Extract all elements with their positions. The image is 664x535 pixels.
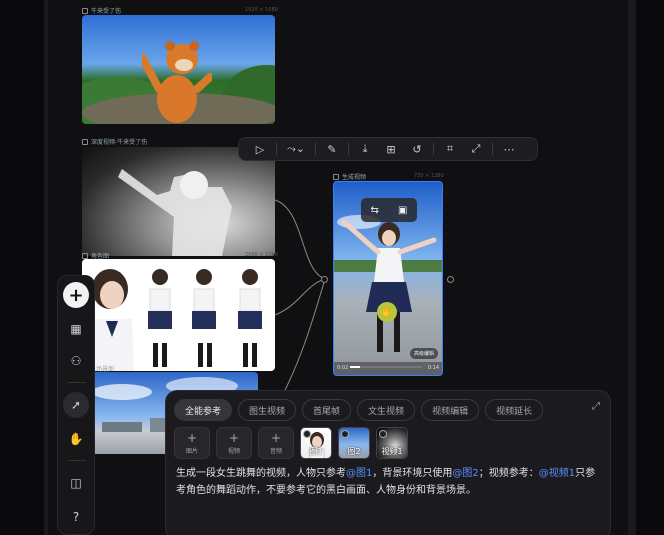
- output-port[interactable]: [447, 276, 454, 283]
- crop-icon[interactable]: ⌗: [437, 139, 463, 159]
- plus-icon: +: [270, 430, 282, 445]
- time-current: 0:02: [337, 365, 349, 371]
- people-icon[interactable]: ⚇: [63, 348, 89, 374]
- character-image-thumbnail[interactable]: [82, 259, 275, 371]
- node-title: 深度视频-牛来受了伤: [91, 139, 148, 146]
- help-icon[interactable]: ?: [63, 504, 89, 530]
- reference-thumb[interactable]: 图2: [338, 427, 370, 459]
- mention-tag[interactable]: @图1: [346, 468, 372, 479]
- plus-icon[interactable]: +: [63, 282, 89, 308]
- workspace: 牛来受了伤 1920 × 1080 深度视频-牛来受了伤 角色图 2560 × …: [0, 0, 664, 535]
- node-dimensions: 720 × 1280: [414, 173, 444, 179]
- camera-icon[interactable]: ◫: [63, 470, 89, 496]
- depth-video-thumbnail[interactable]: [82, 147, 275, 256]
- time-total: 0:14: [427, 365, 439, 371]
- mention-tag[interactable]: @视频1: [539, 468, 575, 479]
- tab-video-edit[interactable]: 视频编辑: [421, 399, 480, 421]
- add-image-button[interactable]: + 图片: [174, 427, 210, 459]
- tab-image-to-video[interactable]: 图生视频: [238, 399, 297, 421]
- connect-icon[interactable]: ⤳⌄: [280, 139, 312, 159]
- plus-icon: +: [186, 430, 198, 445]
- swap-icon[interactable]: ⇆: [371, 205, 379, 216]
- grid-icon[interactable]: ▦: [63, 316, 89, 342]
- node-toolbar: ▷ ⤳⌄ ✎ ⤓ ⊞ ↺ ⌗ ⤢ ⋯: [238, 137, 538, 161]
- cursor-icon[interactable]: ➚: [63, 392, 89, 418]
- image-icon: [82, 138, 88, 145]
- add-audio-button[interactable]: + 音频: [258, 427, 294, 459]
- check-icon: [341, 430, 349, 438]
- play-icon[interactable]: ▷: [247, 139, 273, 159]
- video-icon: [333, 173, 339, 180]
- add-video-icon[interactable]: ⊞: [378, 139, 404, 159]
- reference-chips: + 图片 + 视频 + 音频 图1 图2 视频1: [174, 427, 408, 459]
- tab-text-to-video[interactable]: 文生视频: [357, 399, 416, 421]
- tab-first-last-frame[interactable]: 首尾帧: [302, 399, 352, 421]
- video-node-thumbnail[interactable]: [82, 15, 275, 124]
- node-title: 生成视频: [342, 174, 367, 181]
- hand-icon[interactable]: ✋: [63, 426, 89, 452]
- node-header: 牛来受了伤: [82, 6, 121, 15]
- tab-omni-reference[interactable]: 全能参考: [174, 399, 233, 421]
- prompt-textarea[interactable]: 生成一段女生跳舞的视频，人物只参考@图1，背景环境只使用@图2；视频参考：@视频…: [176, 465, 604, 499]
- input-port[interactable]: [321, 276, 328, 283]
- advanced-edit-badge[interactable]: 高级编辑: [409, 348, 438, 359]
- mode-tabs: 全能参考 图生视频 首尾帧 文生视频 视频编辑 视频延长: [174, 399, 544, 421]
- node-header: 深度视频-牛来受了伤: [82, 137, 147, 146]
- reference-thumb[interactable]: 图1: [300, 427, 332, 459]
- generated-video-player[interactable]: ⇆ ▣ ✋ 高级编辑 0:02 0:14: [333, 181, 443, 376]
- brush-icon[interactable]: ✎: [319, 139, 345, 159]
- more-icon[interactable]: ⋯: [496, 139, 522, 159]
- image-icon: [82, 252, 88, 259]
- node-header: 生成视频: [333, 172, 366, 181]
- generation-panel: 全能参考 图生视频 首尾帧 文生视频 视频编辑 视频延长 ⤢ + 图片 + 视频…: [165, 390, 611, 535]
- add-video-button[interactable]: + 视频: [216, 427, 252, 459]
- download-icon[interactable]: ⤓: [352, 139, 378, 159]
- node-dimensions: 1920 × 1080: [245, 7, 278, 13]
- check-icon: [303, 430, 311, 438]
- image-icon: [82, 7, 88, 14]
- mention-tag[interactable]: @图2: [452, 468, 478, 479]
- left-toolbar: + ▦ ⚇ ➚ ✋ ◫ ?: [57, 275, 95, 535]
- video-edit-icon[interactable]: ▣: [398, 205, 407, 216]
- node-title: 牛来受了伤: [91, 8, 122, 15]
- plus-icon: +: [228, 430, 240, 445]
- progress-bar[interactable]: [350, 366, 422, 368]
- video-overlay-controls: ⇆ ▣: [361, 198, 417, 222]
- check-icon: [379, 430, 387, 438]
- fullscreen-icon[interactable]: ⤢: [463, 139, 489, 159]
- node-dimensions: 2560 × 1080: [245, 252, 278, 258]
- drag-handle[interactable]: ✋: [377, 302, 397, 322]
- tab-video-extend[interactable]: 视频延长: [485, 399, 544, 421]
- expand-icon[interactable]: ⤢: [592, 401, 600, 412]
- history-icon[interactable]: ↺: [404, 139, 430, 159]
- reference-thumb[interactable]: 视频1: [376, 427, 408, 459]
